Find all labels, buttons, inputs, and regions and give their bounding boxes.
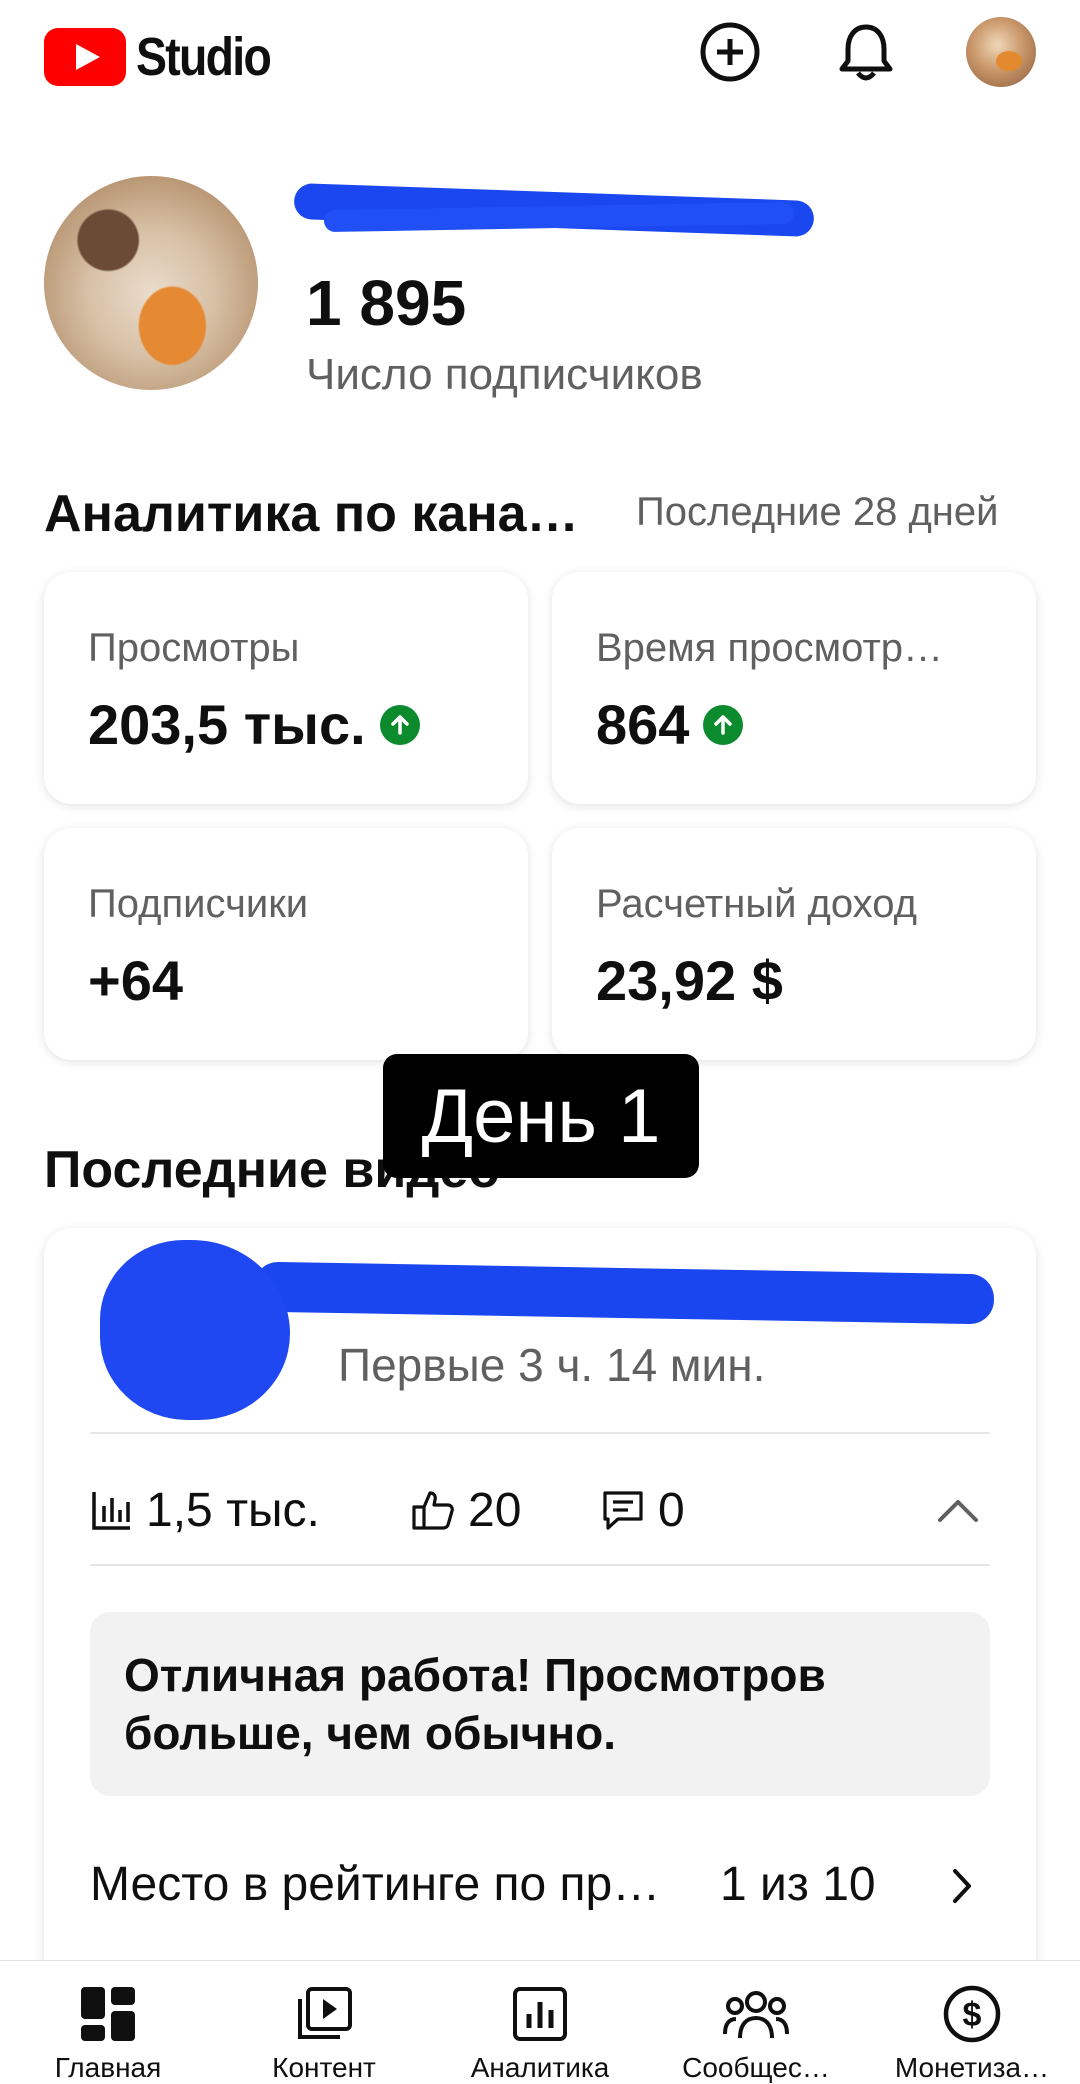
svg-text:$: $ xyxy=(963,1996,982,2034)
video-stats-row: 1,5 тыс. 20 0 xyxy=(90,1470,990,1550)
card-label: Просмотры xyxy=(88,626,300,670)
add-circle-icon[interactable] xyxy=(696,18,764,86)
nav-label: Главная xyxy=(54,2052,162,2084)
nav-label: Монетиза… xyxy=(894,2052,1050,2084)
nav-label: Контент xyxy=(272,2052,376,2084)
monetization-icon: $ xyxy=(939,1981,1005,2046)
top-app-bar: Studio xyxy=(0,0,1080,110)
card-value: 864 xyxy=(596,692,744,757)
analytics-icon xyxy=(507,1981,573,2046)
youtube-play-icon xyxy=(44,28,126,86)
nav-item-content[interactable]: Контент xyxy=(216,1961,432,2084)
comment-icon xyxy=(603,1491,643,1530)
logo-text: Studio xyxy=(136,27,272,87)
nav-item-analytics[interactable]: Аналитика xyxy=(432,1961,648,2084)
thumb-up-icon xyxy=(412,1491,454,1530)
views-stat: 1,5 тыс. xyxy=(90,1483,410,1538)
card-value: +64 xyxy=(88,949,183,1012)
views-card[interactable]: Просмотры 203,5 тыс. xyxy=(44,572,528,804)
account-avatar[interactable] xyxy=(966,17,1036,87)
nav-label: Сообщес… xyxy=(682,2052,830,2084)
watch-time-card[interactable]: Время просмотр… 864 xyxy=(552,572,1036,804)
performance-insight: Отличная работа! Просмотров больше, чем … xyxy=(90,1612,990,1796)
trend-up-icon xyxy=(703,704,744,745)
bottom-navigation: Главная Контент Аналитика Сообщес… $ Мон… xyxy=(0,1960,1080,2084)
nav-label: Аналитика xyxy=(470,2052,610,2084)
community-icon xyxy=(723,1981,789,2046)
divider xyxy=(90,1564,990,1566)
subscribers-count: 1 895 xyxy=(306,267,467,339)
latest-video-card[interactable]: Первые 3 ч. 14 мин. 1,5 тыс. 20 0 Отличн… xyxy=(44,1228,1036,1968)
studio-logo[interactable]: Studio xyxy=(44,26,292,88)
channel-summary: 1 895 Число подписчиков xyxy=(44,174,1044,399)
nav-item-dashboard[interactable]: Главная xyxy=(0,1961,216,2084)
ranking-row[interactable]: Место в рейтинге по пр… 1 из 10 xyxy=(90,1852,990,1916)
collapse-chevron-up-icon[interactable] xyxy=(926,1478,990,1542)
video-first-hours: Первые 3 ч. 14 мин. xyxy=(338,1339,766,1391)
card-value: 203,5 тыс. xyxy=(88,692,420,757)
chevron-right-icon xyxy=(934,1858,990,1914)
dashboard-icon xyxy=(75,1981,141,2046)
card-label: Время просмотр… xyxy=(596,626,944,670)
video-title-redacted xyxy=(253,1261,995,1325)
card-value: 23,92 $ xyxy=(596,949,783,1012)
trend-up-icon xyxy=(379,704,420,745)
subscribers-label: Число подписчиков xyxy=(306,350,703,399)
bar-chart-icon xyxy=(92,1492,130,1530)
comments-stat: 0 xyxy=(600,1483,800,1538)
bell-icon[interactable] xyxy=(832,18,900,86)
ranking-value: 1 из 10 xyxy=(720,1857,876,1911)
ranking-label: Место в рейтинге по пр… xyxy=(90,1857,661,1911)
revenue-card[interactable]: Расчетный доход 23,92 $ xyxy=(552,828,1036,1060)
card-label: Подписчики xyxy=(88,882,309,926)
day-sticker-overlay: День 1 xyxy=(383,1054,699,1178)
nav-item-monetization[interactable]: $ Монетиза… xyxy=(864,1961,1080,2084)
analytics-range: Последние 28 дней xyxy=(636,490,999,534)
card-label: Расчетный доход xyxy=(596,882,917,926)
subscribers-card[interactable]: Подписчики +64 xyxy=(44,828,528,1060)
likes-stat: 20 xyxy=(410,1483,600,1538)
nav-item-community[interactable]: Сообщес… xyxy=(648,1961,864,2084)
channel-name-redacted xyxy=(294,182,814,242)
video-thumbnail-redacted xyxy=(100,1240,290,1420)
divider xyxy=(90,1432,990,1434)
analytics-title: Аналитика по кана… xyxy=(44,485,579,543)
content-icon xyxy=(291,1981,357,2046)
channel-avatar xyxy=(44,176,258,390)
